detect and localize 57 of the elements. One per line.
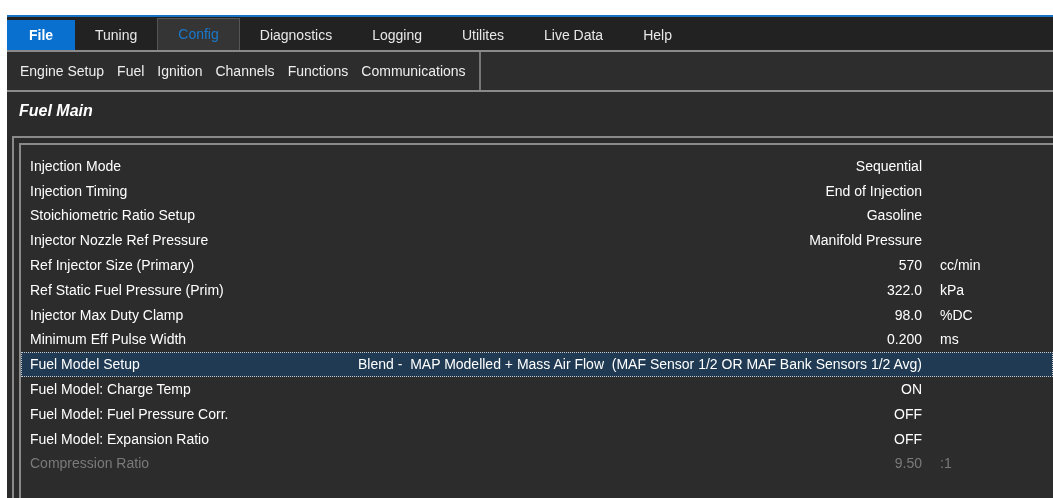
setting-name: Injector Max Duty Clamp — [29, 305, 185, 325]
menu-tab[interactable]: Help — [623, 20, 692, 50]
setting-row[interactable]: Ref Injector Size (Primary) 570 cc/min — [21, 253, 1053, 278]
toolbar-item[interactable]: Engine Setup — [15, 58, 110, 84]
setting-value: 9.50 — [894, 454, 922, 474]
setting-value: 322.0 — [886, 280, 922, 300]
menu-tab[interactable]: Utilites — [441, 20, 524, 50]
panel-title: Fuel Main — [19, 101, 93, 121]
menu-tab[interactable]: Live Data — [524, 20, 624, 50]
unit-label: ms — [940, 331, 959, 348]
setting-row[interactable]: Ref Static Fuel Pressure (Prim) 322.0 kPa — [21, 278, 1053, 303]
setting-row[interactable]: Injector Nozzle Ref Pressure Manifold Pressure — [21, 228, 1053, 254]
setting-value: ON — [901, 380, 922, 400]
toolbar-item[interactable]: Communications — [356, 58, 471, 84]
menu-tab[interactable]: Logging — [352, 20, 442, 50]
setting-row[interactable]: Fuel Model Setup Blend - MAP Modelled + Mass Air Flow (MAF Sensor 1/2 OR MAF Bank Sensors 1/2 Avg) — [21, 352, 1053, 378]
menu-tab[interactable]: Diagnostics — [239, 20, 353, 50]
unit-label: cc/min — [940, 257, 981, 274]
setting-row[interactable]: Minimum Eff Pulse Width 0.200 ms — [21, 327, 1053, 353]
toolbar-item[interactable]: Fuel — [112, 58, 150, 84]
setting-name: Ref Injector Size (Primary) — [29, 256, 196, 276]
toolbar-item[interactable]: Channels — [210, 58, 280, 84]
setting-name: Fuel Model: Charge Temp — [29, 380, 192, 400]
setting-value: OFF — [894, 404, 922, 424]
setting-row[interactable]: Injection Timing End of Injection — [21, 178, 1053, 204]
setting-value: 0.200 — [886, 330, 922, 350]
setting-value: Sequential — [855, 156, 922, 176]
setting-value: Blend - MAP Modelled + Mass Air Flow (MAF Sensor 1/2 OR MAF Bank Sensors 1/2 Avg) — [358, 355, 922, 375]
setting-row[interactable]: Injector Max Duty Clamp 98.0 %DC — [21, 302, 1053, 328]
toolbar-item[interactable]: Functions — [282, 58, 354, 84]
setting-row[interactable]: Stoichiometric Ratio Setup Gasoline — [21, 203, 1053, 229]
setting-row[interactable]: Injection Mode Sequential — [21, 154, 1053, 179]
setting-name: Stoichiometric Ratio Setup — [29, 206, 196, 226]
setting-value: 98.0 — [894, 305, 922, 325]
setting-value: Gasoline — [866, 206, 922, 226]
setting-value: Manifold Pressure — [809, 231, 922, 251]
menu-tab[interactable]: Tuning — [75, 20, 158, 50]
unit-label: kPa — [940, 281, 965, 298]
setting-name: Fuel Model: Expansion Ratio — [29, 429, 210, 449]
setting-value: OFF — [894, 429, 922, 449]
file-menu-button[interactable]: File — [7, 20, 75, 50]
setting-name: Injection Mode — [29, 156, 123, 176]
setting-row[interactable]: Fuel Model: Charge Temp ON — [21, 377, 1053, 402]
setting-name: Minimum Eff Pulse Width — [29, 330, 188, 350]
setting-row[interactable]: Fuel Model: Expansion Ratio OFF — [21, 426, 1053, 452]
setting-name: Compression Ratio — [29, 454, 151, 474]
toolbar-item[interactable]: Ignition — [152, 58, 208, 84]
setting-row[interactable]: Fuel Model: Fuel Pressure Corr. OFF — [21, 401, 1053, 427]
unit-label: :1 — [940, 455, 952, 472]
setting-value: 570 — [898, 256, 922, 276]
setting-name: Injection Timing — [29, 181, 129, 201]
unit-label: %DC — [940, 306, 973, 323]
setting-value: End of Injection — [825, 181, 922, 201]
setting-name: Ref Static Fuel Pressure (Prim) — [29, 280, 225, 300]
setting-name: Fuel Model: Fuel Pressure Corr. — [29, 404, 230, 424]
setting-name: Injector Nozzle Ref Pressure — [29, 231, 210, 251]
setting-name: Fuel Model Setup — [29, 355, 141, 375]
